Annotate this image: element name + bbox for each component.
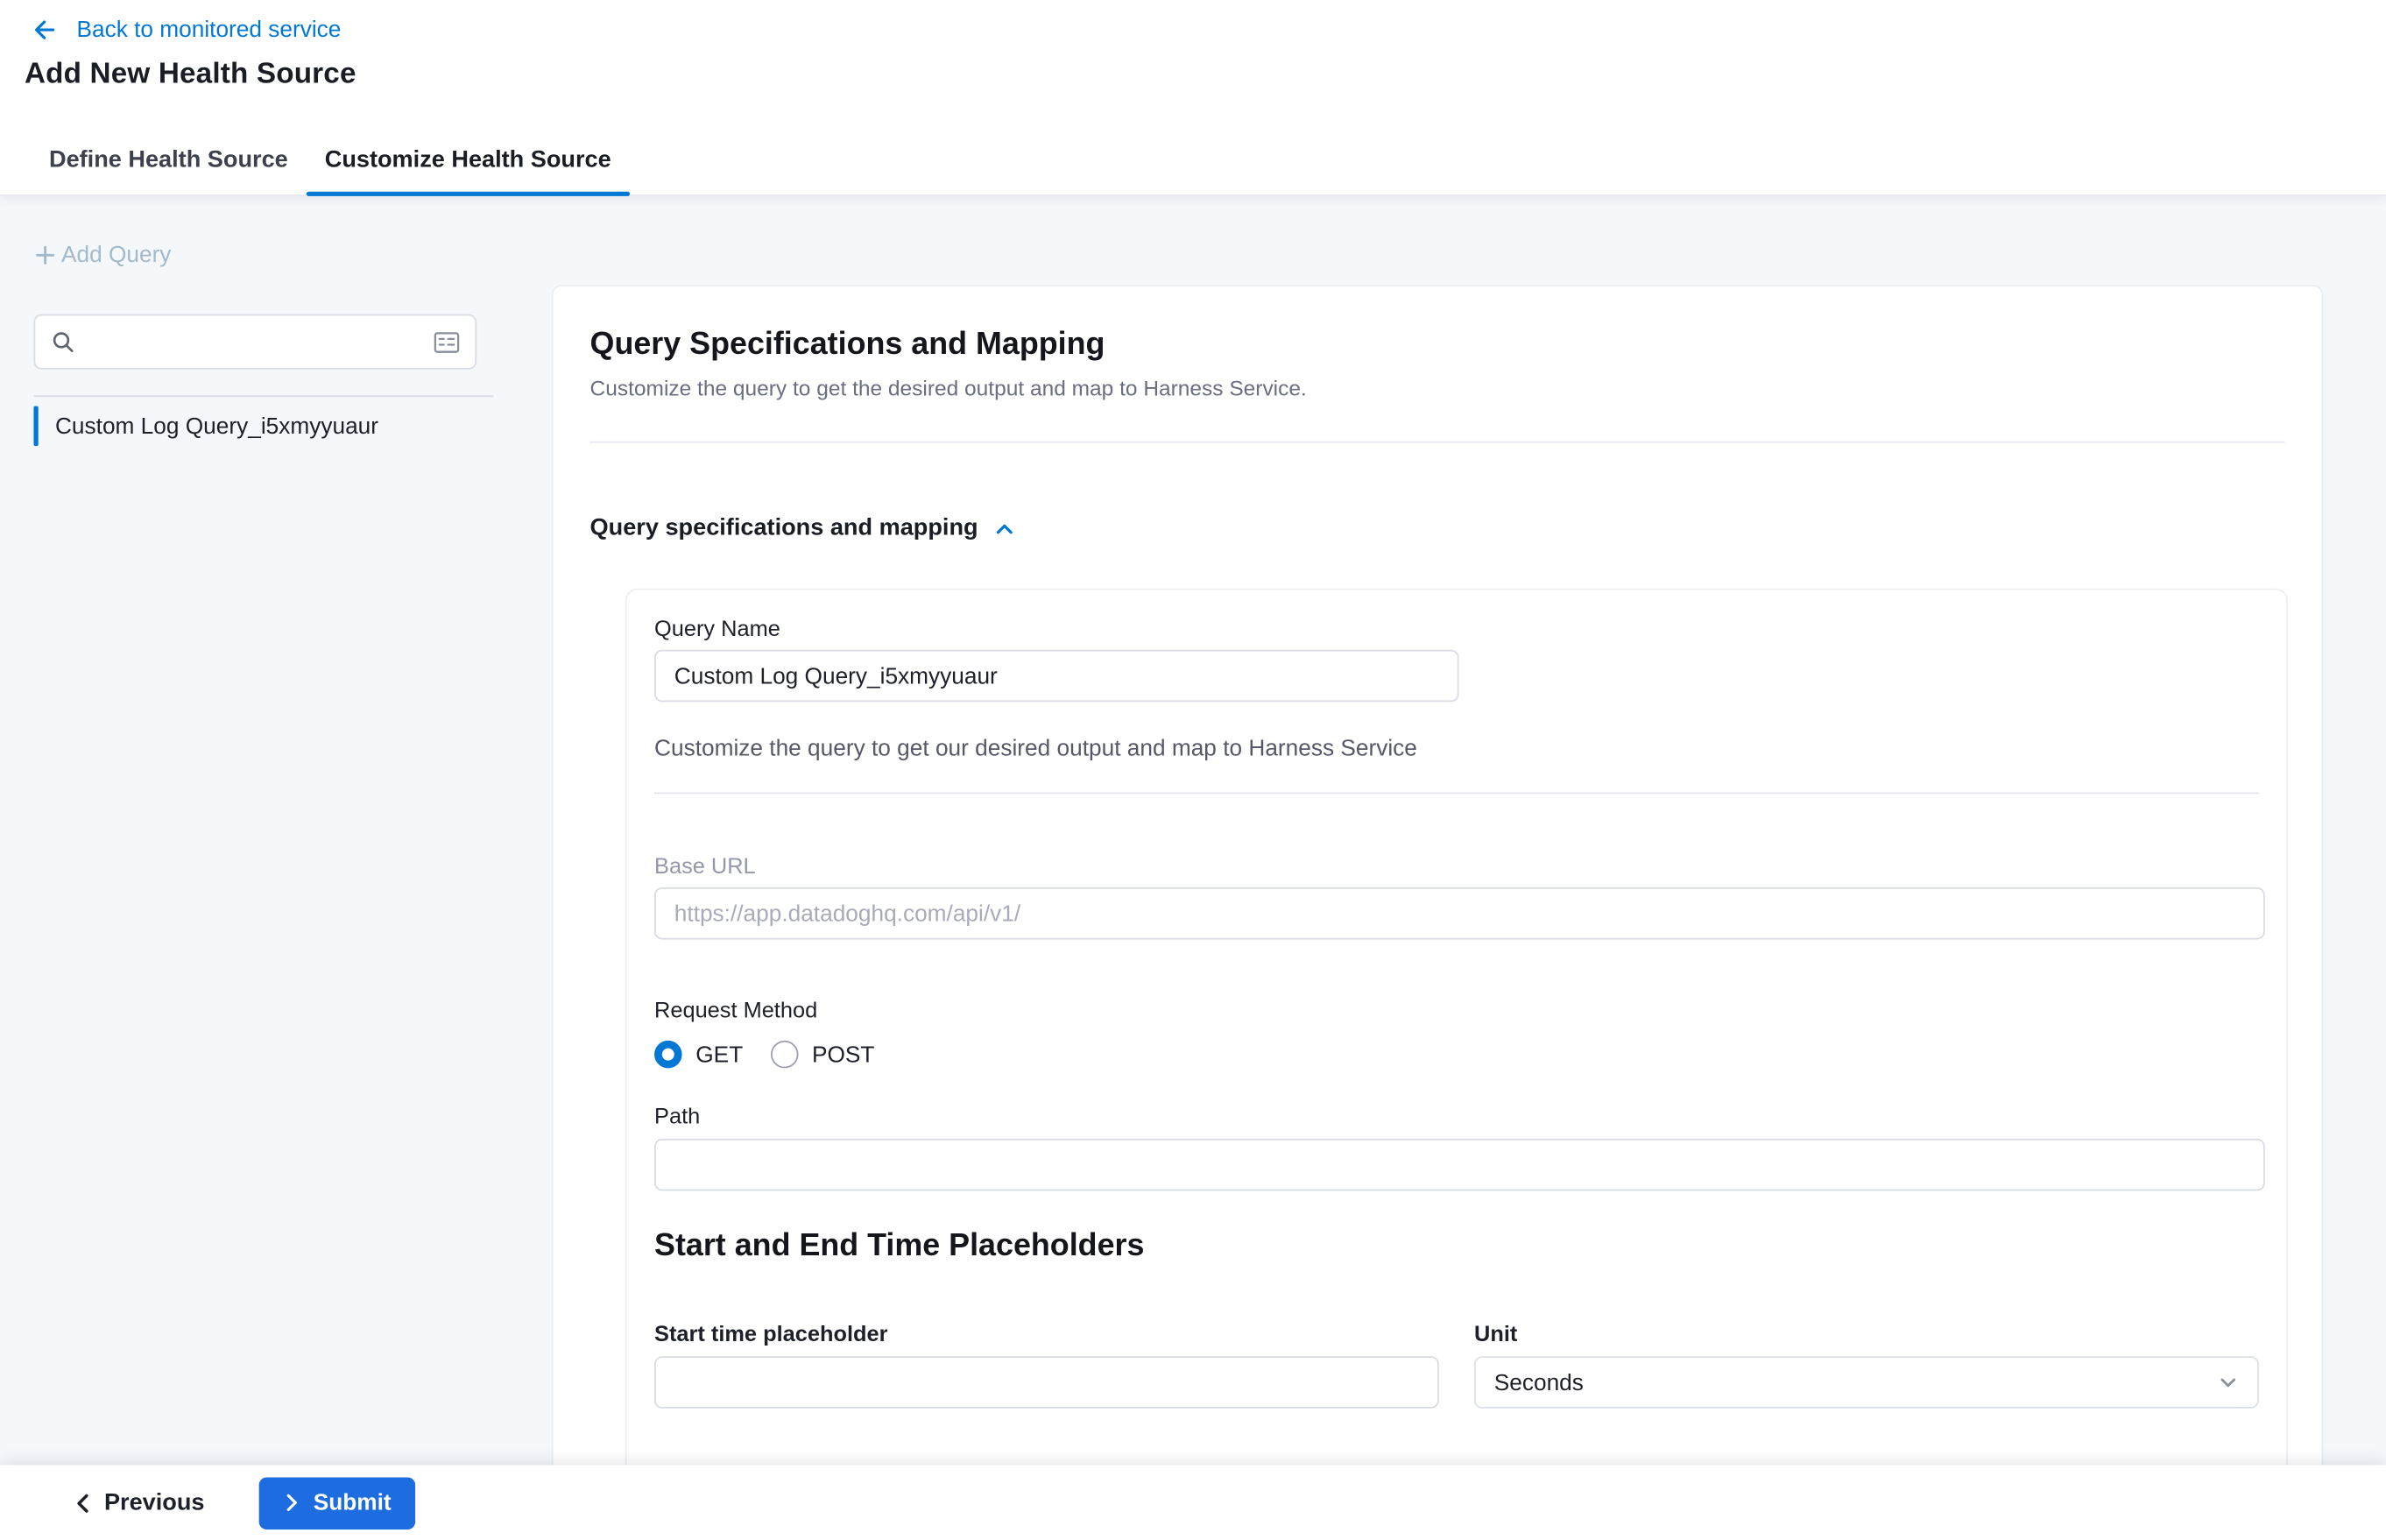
app-window: Back to monitored service Add New Health… [0,0,2386,1540]
page-header: Back to monitored service Add New Health… [0,0,2386,196]
content-area: Add Query Custom Log Query_i5xmyyuaur [0,196,2386,1466]
add-query-button[interactable]: Add Query [33,242,171,268]
page-title: Add New Health Source [25,58,356,91]
path-label: Path [654,1105,2259,1129]
selected-indicator-bar [33,406,38,446]
tab-bar: Define Health Source Customize Health So… [0,125,2386,195]
radio-option-post[interactable]: POST [771,1041,875,1068]
card-subtitle: Customize the query to get the desired o… [590,376,2285,400]
back-link-label: Back to monitored service [76,16,341,42]
previous-button-label: Previous [104,1489,205,1516]
radio-get-label: GET [695,1042,743,1068]
request-method-label: Request Method [654,1000,2259,1024]
add-query-label: Add Query [61,242,171,268]
start-time-label: Start time placeholder [654,1323,1439,1347]
query-mapping-panel: Query Name Customize the query to get ou… [625,589,2288,1466]
section-heading: Query specifications and mapping [590,515,978,542]
plus-icon [33,244,56,266]
card-header: Query Specifications and Mapping Customi… [554,286,2322,442]
tab-customize-health-source[interactable]: Customize Health Source [307,125,630,194]
panel-divider [654,792,2259,794]
card-title: Query Specifications and Mapping [590,327,2285,364]
chevron-up-icon [993,517,1016,540]
radio-post-control[interactable] [771,1041,798,1068]
previous-button[interactable]: Previous [74,1489,205,1516]
unit-column: Unit Seconds [1474,1323,2259,1409]
chevron-right-icon [285,1493,301,1513]
radio-post-label: POST [812,1042,874,1068]
unit-select[interactable]: Seconds [1474,1356,2259,1408]
time-placeholder-row: Start time placeholder Unit Seconds [654,1323,2259,1409]
unit-label: Unit [1474,1323,2259,1347]
sidebar-divider [33,395,493,397]
request-method-radio-group: GET POST [654,1041,2259,1068]
query-search-box [33,314,476,370]
start-time-input[interactable] [654,1356,1439,1408]
path-input[interactable] [654,1139,2265,1190]
back-arrow-icon [31,16,57,42]
tab-define-health-source[interactable]: Define Health Source [31,125,307,194]
radio-get-control[interactable] [654,1041,681,1068]
query-list-item[interactable]: Custom Log Query_i5xmyyuaur [33,406,378,446]
chevron-left-icon [74,1492,92,1513]
query-help-text: Customize the query to get our desired o… [654,736,2259,762]
submit-button[interactable]: Submit [260,1477,416,1529]
time-placeholders-heading: Start and End Time Placeholders [654,1227,2259,1264]
search-icon [51,329,75,354]
card-header-divider [590,442,2285,443]
base-url-label: Base URL [654,855,2259,879]
query-name-input[interactable] [654,650,1458,702]
query-search-input[interactable] [88,328,421,355]
submit-button-label: Submit [314,1490,392,1516]
start-time-column: Start time placeholder [654,1323,1439,1409]
query-item-label: Custom Log Query_i5xmyyuaur [55,413,378,439]
chevron-down-icon [2218,1372,2239,1393]
section-header: Query specifications and mapping [590,515,2285,542]
base-url-input[interactable] [654,887,2265,939]
unit-select-value: Seconds [1494,1369,1584,1395]
query-specifications-card: Query Specifications and Mapping Customi… [552,285,2323,1465]
list-view-icon[interactable] [434,330,460,353]
footer-action-bar: Previous Submit [0,1466,2386,1540]
radio-option-get[interactable]: GET [654,1041,743,1068]
query-name-label: Query Name [654,618,2259,642]
collapse-section-toggle[interactable] [993,517,1016,540]
back-to-monitored-service-link[interactable]: Back to monitored service [31,12,341,46]
